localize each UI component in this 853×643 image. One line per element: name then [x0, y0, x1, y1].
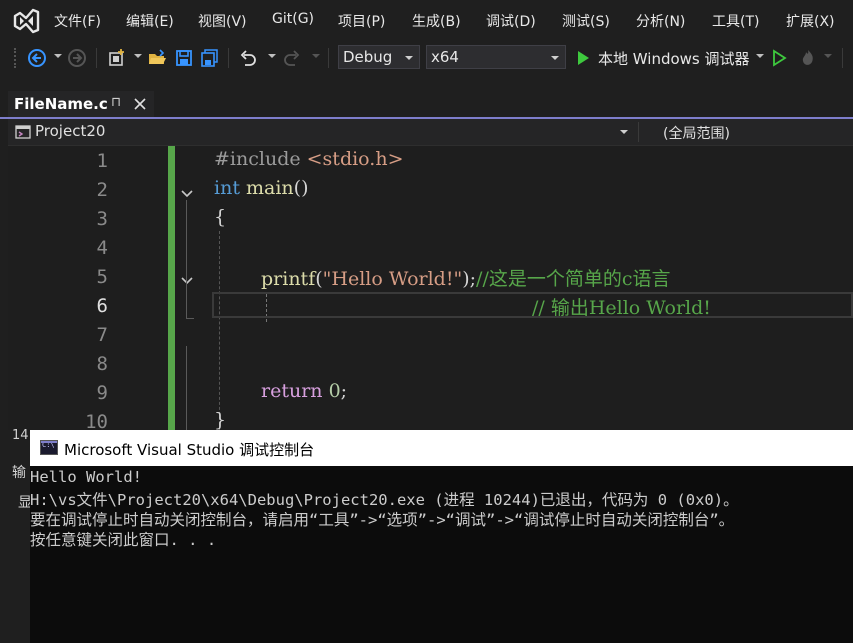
zoom-level[interactable]: 14: [12, 428, 29, 443]
debug-target-dropdown-icon[interactable]: [756, 54, 764, 58]
code-line-2: int main(): [214, 177, 309, 199]
redo-icon: [281, 47, 303, 69]
pin-tab-icon[interactable]: ⊓: [111, 95, 121, 110]
code-line-3: {: [214, 206, 227, 228]
toolbar-separator: [228, 48, 229, 68]
toolbar-grip[interactable]: [14, 48, 20, 68]
platform-value: x64: [431, 48, 459, 66]
code-line-1: #include <stdio.h>: [214, 148, 404, 170]
code-editor[interactable]: 1 2 3 4 5 6 7 8 9 10 #include <stdio.h> …: [8, 146, 853, 430]
chevron-down-icon[interactable]: [620, 130, 628, 134]
code-line-10: }: [214, 409, 227, 430]
output-panel-title: 输: [12, 465, 26, 481]
line-number-current: 6: [96, 295, 108, 317]
console-app-icon: C:\: [40, 440, 58, 455]
collapse-chevron-icon[interactable]: [180, 184, 194, 198]
start-debugging-icon[interactable]: [572, 47, 594, 69]
line-number: 8: [96, 353, 108, 375]
line-number: 3: [96, 208, 108, 230]
line-number: 10: [85, 411, 108, 430]
indent-guide: [219, 231, 220, 430]
close-tab-icon[interactable]: [132, 96, 148, 112]
console-title-bar[interactable]: C:\ Microsoft Visual Studio 调试控制台: [30, 430, 853, 466]
save-all-icon[interactable]: [199, 47, 221, 69]
code-line-9: return 0;: [261, 380, 348, 402]
start-debugging-button[interactable]: 本地 Windows 调试器: [598, 48, 750, 69]
open-folder-icon[interactable]: [146, 47, 168, 69]
menu-analyze[interactable]: 分析(N): [636, 11, 685, 31]
outline-guide-end: [186, 318, 194, 319]
menu-git[interactable]: Git(G): [272, 11, 314, 27]
hot-reload-dropdown-icon: [824, 54, 832, 58]
line-number: 7: [96, 324, 108, 346]
standard-toolbar: Debug x64 本地 Windows 调试器: [0, 42, 853, 74]
console-output-line: 要在调试停止时自动关闭控制台，请启用“工具”->“选项”->“调试”->“调试停…: [30, 511, 735, 529]
change-tracking-bar: [168, 146, 175, 430]
toolbar-separator: [842, 48, 843, 68]
line-number: 9: [96, 382, 108, 404]
start-without-debugging-icon[interactable]: [768, 47, 790, 69]
menu-test[interactable]: 测试(S): [562, 11, 610, 31]
visual-studio-logo-icon[interactable]: [12, 8, 40, 34]
navigate-back-icon[interactable]: [26, 47, 48, 69]
navbar-divider: [638, 122, 639, 142]
undo-dropdown-icon[interactable]: [268, 54, 276, 58]
project-icon: [15, 124, 31, 139]
console-output-line: H:\vs文件\Project20\x64\Debug\Project20.ex…: [30, 491, 739, 509]
navigate-forward-icon: [66, 47, 88, 69]
menu-project[interactable]: 项目(P): [338, 11, 385, 31]
project-scope-select[interactable]: Project20: [35, 122, 105, 140]
outline-guide: [186, 200, 187, 318]
chevron-down-icon: [405, 56, 413, 60]
menu-view[interactable]: 视图(V): [198, 11, 247, 31]
new-project-icon[interactable]: [106, 47, 128, 69]
solution-configuration-select[interactable]: Debug: [338, 45, 420, 69]
redo-dropdown-icon: [312, 54, 320, 58]
line-number: 2: [96, 179, 108, 201]
new-item-dropdown-icon[interactable]: [134, 54, 142, 58]
navigate-back-dropdown-icon[interactable]: [54, 54, 62, 58]
code-line-6: // 输出Hello World!: [532, 297, 711, 319]
menu-edit[interactable]: 编辑(E): [126, 11, 174, 31]
collapse-chevron-icon[interactable]: [180, 271, 194, 285]
menu-tools[interactable]: 工具(T): [712, 11, 759, 31]
console-output-line: 按任意键关闭此窗口. . .: [30, 531, 217, 549]
menu-file[interactable]: 文件(F): [54, 11, 101, 31]
solution-platform-select[interactable]: x64: [426, 45, 566, 69]
indicator-margin: [8, 146, 40, 430]
toolbar-separator: [328, 48, 329, 68]
code-line-5: printf("Hello World!");//这是一个简单的c语言: [261, 268, 671, 290]
line-number: 4: [96, 237, 108, 259]
line-number: 5: [96, 266, 108, 288]
toolbar-separator: [96, 48, 97, 68]
global-scope-select[interactable]: (全局范围): [663, 123, 730, 143]
menu-bar: 文件(F) 编辑(E) 视图(V) Git(G) 项目(P) 生成(B) 调试(…: [0, 0, 853, 42]
chevron-down-icon: [551, 56, 559, 60]
configuration-value: Debug: [343, 48, 393, 66]
menu-debug[interactable]: 调试(D): [486, 11, 536, 31]
tab-title: FileName.c: [14, 95, 108, 113]
menu-build[interactable]: 生成(B): [412, 11, 461, 31]
undo-icon[interactable]: [237, 47, 259, 69]
save-icon[interactable]: [173, 47, 195, 69]
navigation-bar: Project20 (全局范围): [8, 119, 853, 146]
menu-extensions[interactable]: 扩展(X): [786, 11, 835, 31]
outline-guide: [186, 346, 187, 430]
console-output-line: Hello World!: [30, 468, 142, 486]
tab-filename-c[interactable]: FileName.c ⊓: [8, 91, 154, 117]
hot-reload-icon: [797, 47, 819, 69]
line-number: 1: [96, 150, 108, 172]
console-title: Microsoft Visual Studio 调试控制台: [64, 441, 315, 459]
